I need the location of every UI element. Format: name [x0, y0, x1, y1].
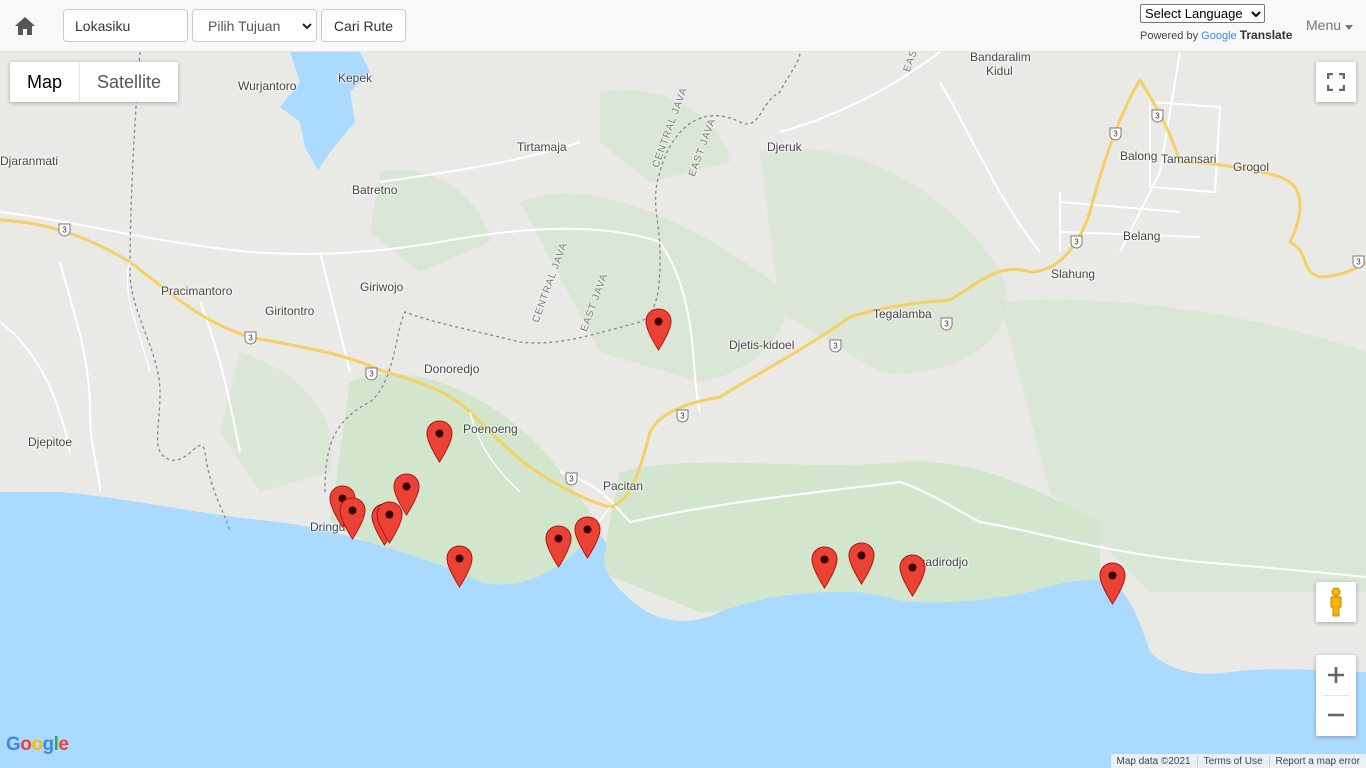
zoom-out-button[interactable] — [1316, 695, 1356, 735]
place-label-pracimantoro: Pracimantoro — [161, 284, 233, 298]
map-marker-pin[interactable] — [426, 420, 453, 463]
map-canvas[interactable]: Wurjantoro Kepek Djaranmati Tirtamaja Dj… — [0, 52, 1366, 768]
svg-text:3: 3 — [680, 412, 685, 421]
map-marker-pin[interactable] — [899, 554, 926, 597]
powered-by-google-translate: Powered by Google Translate — [1140, 28, 1292, 42]
svg-text:3: 3 — [62, 226, 67, 235]
report-map-error-link[interactable]: Report a map error — [1268, 755, 1366, 767]
place-label-kidul: Kidul — [986, 64, 1013, 78]
menu-label: Menu — [1306, 17, 1342, 33]
map-attribution: Map data ©2021 Terms of Use Report a map… — [1110, 754, 1366, 768]
road-shield-3: 3 — [1151, 109, 1164, 123]
powered-by-label: Powered by — [1140, 30, 1199, 42]
svg-text:3: 3 — [248, 334, 253, 343]
place-label-donoredjo: Donoredjo — [424, 362, 480, 376]
road-shield-3: 3 — [1109, 127, 1122, 141]
place-label-giritontro: Giritontro — [265, 304, 315, 318]
pegman-icon — [1330, 587, 1342, 617]
place-label-kepek: Kepek — [338, 71, 373, 85]
road-shield-3: 3 — [58, 223, 71, 237]
map-marker-pin[interactable] — [848, 542, 875, 585]
place-label-bandaralim: Bandaralim — [970, 52, 1031, 64]
minus-icon — [1328, 713, 1344, 717]
language-select-label: Select Language — [1145, 6, 1243, 21]
origin-input[interactable]: Lokasiku — [63, 9, 188, 42]
map-marker-pin[interactable] — [339, 497, 366, 540]
place-label-poenoeng: Poenoeng — [463, 422, 518, 436]
place-label-djaranmati: Djaranmati — [0, 154, 59, 168]
place-label-slahung: Slahung — [1051, 267, 1096, 281]
svg-text:3: 3 — [369, 370, 374, 379]
svg-text:3: 3 — [1113, 130, 1118, 139]
destination-select[interactable]: Pilih Tujuan — [192, 9, 317, 42]
svg-text:3: 3 — [1074, 238, 1079, 247]
svg-text:3: 3 — [569, 475, 574, 484]
plus-icon — [1328, 667, 1344, 683]
road-shield-3: 3 — [365, 367, 378, 381]
place-label-djetis-kidoel: Djetis-kidoel — [729, 338, 795, 352]
place-label-pacitan: Pacitan — [603, 479, 644, 493]
chevron-down-icon — [1251, 10, 1261, 17]
route-search-button[interactable]: Cari Rute — [321, 9, 406, 42]
map-data-label[interactable]: Map data ©2021 — [1111, 756, 1197, 767]
origin-value: Lokasiku — [75, 17, 131, 34]
place-label-tamansari: Tamansari — [1161, 152, 1217, 166]
destination-selected-label: Pilih Tujuan — [208, 17, 281, 34]
home-button[interactable] — [12, 13, 38, 39]
map-marker-pin[interactable] — [446, 545, 473, 588]
place-label-tirtamaja: Tirtamaja — [517, 140, 567, 154]
translate-label: Translate — [1239, 28, 1293, 42]
place-label-djeruk: Djeruk — [767, 140, 802, 154]
zoom-control — [1316, 655, 1356, 736]
road-shield-3: 3 — [829, 339, 842, 353]
svg-text:3: 3 — [1155, 112, 1160, 121]
fullscreen-icon — [1327, 73, 1345, 91]
map-marker-pin[interactable] — [1099, 562, 1126, 605]
place-label-belang: Belang — [1123, 229, 1161, 243]
map-marker-pin[interactable] — [645, 308, 672, 351]
top-navbar: Lokasiku Pilih Tujuan Cari Rute Select L… — [0, 0, 1366, 52]
road-shield-3: 3 — [676, 409, 689, 423]
map-marker-pin[interactable] — [811, 546, 838, 589]
map-type-control: Map Satellite — [10, 62, 179, 102]
caret-down-icon — [1344, 25, 1353, 30]
zoom-in-button[interactable] — [1316, 655, 1356, 695]
place-label-giriwojo: Giriwojo — [360, 280, 404, 294]
chevron-down-icon — [302, 22, 312, 29]
google-logo[interactable]: Google — [6, 734, 69, 756]
place-label-wurjantoro: Wurjantoro — [238, 79, 297, 93]
svg-text:3: 3 — [944, 320, 949, 329]
map-marker-pin[interactable] — [574, 516, 601, 559]
map-marker-pin[interactable] — [545, 525, 572, 568]
place-label-batretno: Batretno — [352, 183, 398, 197]
menu-button[interactable]: Menu — [1306, 17, 1353, 33]
street-view-pegman-button[interactable] — [1316, 582, 1356, 622]
place-label-grogol: Grogol — [1233, 160, 1270, 174]
route-button-label: Cari Rute — [333, 17, 394, 34]
fullscreen-button[interactable] — [1316, 62, 1356, 102]
road-shield-3: 3 — [1070, 235, 1083, 249]
google-translate-logo: Google — [1201, 30, 1237, 42]
language-select[interactable]: Select Language — [1140, 4, 1265, 23]
map-type-satellite-button[interactable]: Satellite — [79, 62, 178, 102]
home-icon — [15, 17, 35, 35]
terms-of-use-link[interactable]: Terms of Use — [1196, 755, 1269, 767]
road-shield-3: 3 — [1352, 255, 1365, 269]
road-shield-3: 3 — [565, 472, 578, 486]
road-shield-3: 3 — [940, 317, 953, 331]
map-type-map-button[interactable]: Map — [10, 62, 79, 102]
svg-text:3: 3 — [1356, 258, 1361, 267]
map-marker-pin[interactable] — [393, 473, 420, 516]
place-label-balong: Balong — [1120, 149, 1158, 163]
place-label-djepitoe: Djepitoe — [28, 435, 73, 449]
place-label-tegalamba: Tegalamba — [873, 307, 932, 321]
svg-text:3: 3 — [833, 342, 838, 351]
road-shield-3: 3 — [244, 331, 257, 345]
